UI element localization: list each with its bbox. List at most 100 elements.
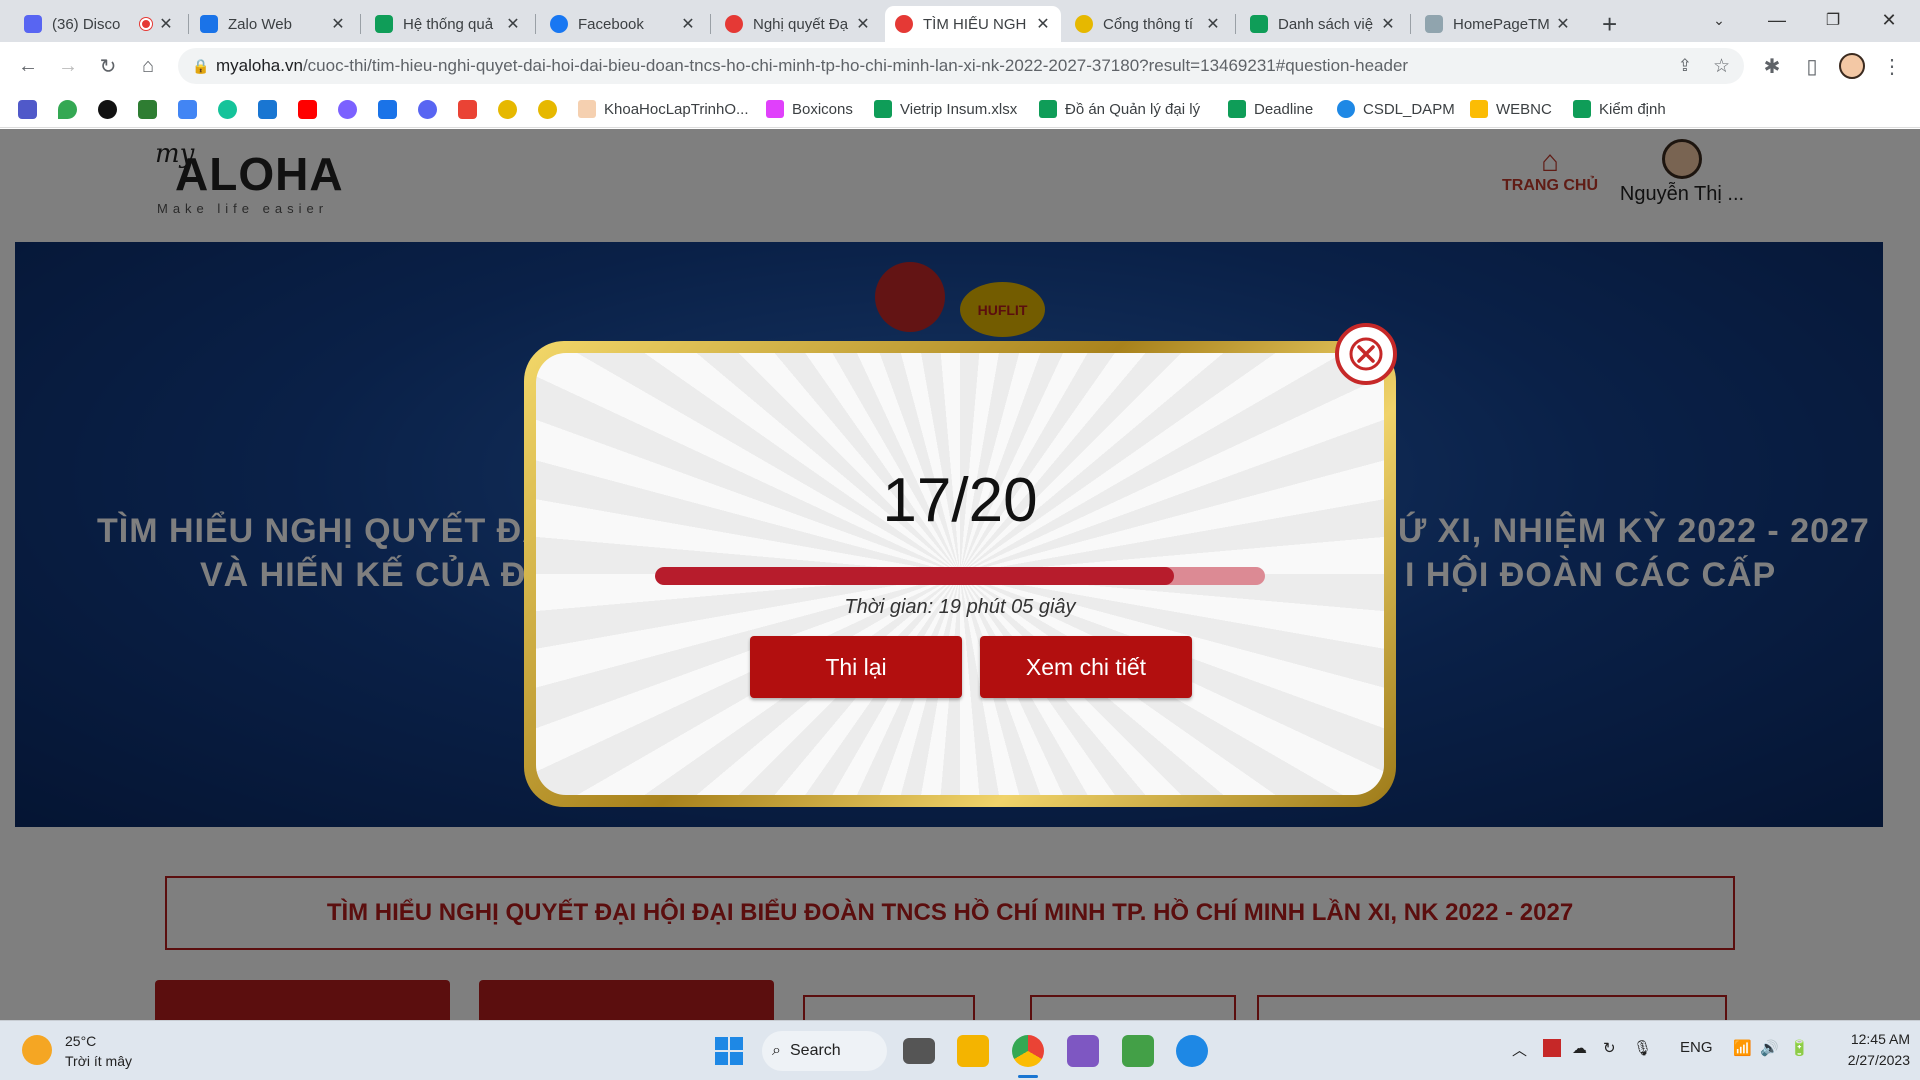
- side-panel-icon[interactable]: ▯: [1796, 50, 1828, 82]
- window-close-icon[interactable]: ✕: [1862, 0, 1916, 40]
- bookmark-csdl[interactable]: CSDL_DAPM: [1337, 98, 1455, 120]
- more-menu-icon[interactable]: ⋮: [1876, 50, 1908, 82]
- share-icon[interactable]: ⇪: [1678, 56, 1692, 76]
- zalo-icon: [200, 15, 218, 33]
- edge-icon[interactable]: [1176, 1035, 1208, 1067]
- bookmark-deadline[interactable]: Deadline: [1228, 98, 1313, 120]
- visual-studio-icon[interactable]: [1067, 1035, 1099, 1067]
- translate-icon[interactable]: [178, 100, 197, 119]
- restore-icon[interactable]: ❐: [1806, 0, 1860, 40]
- app-icon[interactable]: [1122, 1035, 1154, 1067]
- teams-icon[interactable]: [18, 100, 37, 119]
- tab-danh-sach[interactable]: Danh sách việ ✕: [1240, 6, 1406, 42]
- back-icon[interactable]: ←: [12, 50, 44, 82]
- forward-icon[interactable]: →: [52, 50, 84, 82]
- youtube-icon[interactable]: [298, 100, 317, 119]
- close-tab-icon[interactable]: ✕: [855, 14, 871, 34]
- onedrive-icon: [1337, 100, 1355, 118]
- browser-tab-strip: (36) Disco ✕ Zalo Web ✕ Hệ thống quả ✕ F…: [0, 0, 1920, 42]
- close-tab-icon[interactable]: ✕: [1555, 14, 1571, 34]
- file-explorer-icon[interactable]: [957, 1035, 989, 1067]
- tab-tim-hieu-active[interactable]: TÌM HIỂU NGH ✕: [885, 6, 1061, 42]
- bookmark-star-icon[interactable]: ☆: [1713, 55, 1730, 78]
- score-text: 17/20: [882, 466, 1038, 535]
- search-icon: ⌕: [772, 1042, 781, 1059]
- github-icon[interactable]: [98, 100, 117, 119]
- maps-icon[interactable]: [58, 100, 77, 119]
- address-bar[interactable]: 🔒 myaloha.vn/cuoc-thi/tim-hieu-nghi-quye…: [178, 48, 1744, 84]
- antivirus-icon[interactable]: [1543, 1039, 1561, 1057]
- view-detail-button[interactable]: Xem chi tiết: [980, 636, 1192, 698]
- extensions-icon[interactable]: ✱: [1756, 50, 1788, 82]
- sheets-icon: [1228, 100, 1246, 118]
- windows-start-icon[interactable]: [713, 1035, 745, 1067]
- tab-zalo[interactable]: Zalo Web ✕: [190, 6, 356, 42]
- drive-icon: [1470, 100, 1488, 118]
- close-tab-icon[interactable]: ✕: [505, 14, 521, 34]
- bookmark-boxicons[interactable]: Boxicons: [766, 98, 853, 120]
- tray-chevron-icon[interactable]: ︿: [1512, 1039, 1527, 1060]
- boxicons-icon: [766, 100, 784, 118]
- volume-icon[interactable]: 🔊: [1760, 1039, 1779, 1057]
- recording-icon: [140, 18, 152, 30]
- sync-icon[interactable]: ↻: [1603, 1039, 1616, 1057]
- onedrive-icon[interactable]: ☁: [1572, 1039, 1587, 1057]
- new-tab-button[interactable]: +: [1592, 6, 1632, 42]
- clock-date[interactable]: 2/27/2023: [1830, 1052, 1910, 1068]
- sheets-icon: [874, 100, 892, 118]
- portal-icon: [1075, 15, 1093, 33]
- gmail-icon[interactable]: [458, 100, 477, 119]
- tab-nghi-quyet[interactable]: Nghị quyết Đạ ✕: [715, 6, 881, 42]
- task-view-icon[interactable]: [903, 1038, 935, 1064]
- discord-icon[interactable]: [418, 100, 437, 119]
- messenger-icon[interactable]: [338, 100, 357, 119]
- portal-icon[interactable]: [538, 100, 557, 119]
- myaloha-icon: [895, 15, 913, 33]
- chrome-icon[interactable]: [1012, 1035, 1044, 1067]
- grammarly-icon[interactable]: [218, 100, 237, 119]
- close-modal-icon[interactable]: [1335, 323, 1397, 385]
- retry-button[interactable]: Thi lại: [750, 636, 962, 698]
- tab-cong-thong-tin[interactable]: Cổng thông tí ✕: [1065, 6, 1231, 42]
- close-tab-icon[interactable]: ✕: [1380, 14, 1396, 34]
- bookmark-khoahoc[interactable]: KhoaHocLapTrinhO...: [578, 98, 749, 120]
- score-progress-bar: [655, 567, 1265, 585]
- tab-homepagetm[interactable]: HomePageTM ✕: [1415, 6, 1581, 42]
- tab-search-chevron-icon[interactable]: ⌄: [1692, 0, 1746, 40]
- tab-discord[interactable]: (36) Disco ✕: [14, 6, 184, 42]
- bookmark-kiem-dinh[interactable]: Kiểm định: [1573, 98, 1666, 120]
- reload-icon[interactable]: ↻: [92, 50, 124, 82]
- wifi-icon[interactable]: 📶: [1733, 1039, 1752, 1057]
- w-icon[interactable]: [138, 100, 157, 119]
- close-tab-icon[interactable]: ✕: [158, 14, 174, 34]
- language-indicator[interactable]: ENG: [1680, 1039, 1713, 1056]
- tab-facebook[interactable]: Facebook ✕: [540, 6, 706, 42]
- bookmark-favicon: [578, 100, 596, 118]
- taskbar-search[interactable]: ⌕ Search: [762, 1031, 887, 1071]
- weather-temp[interactable]: 25°C: [65, 1033, 96, 1049]
- sheets-icon: [1573, 100, 1591, 118]
- tab-he-thong[interactable]: Hệ thống quả ✕: [365, 6, 531, 42]
- document-icon: [1425, 15, 1443, 33]
- weather-desc[interactable]: Trời ít mây: [65, 1053, 132, 1069]
- bookmark-webnc[interactable]: WEBNC: [1470, 98, 1552, 120]
- bookmark-do-an[interactable]: Đồ án Quản lý đại lý: [1039, 98, 1200, 120]
- profile-avatar[interactable]: [1836, 50, 1868, 82]
- n-icon[interactable]: [258, 100, 277, 119]
- weather-icon[interactable]: [22, 1035, 52, 1065]
- zalo-icon[interactable]: [378, 100, 397, 119]
- close-tab-icon[interactable]: ✕: [680, 14, 696, 34]
- close-tab-icon[interactable]: ✕: [330, 14, 346, 34]
- minimize-icon[interactable]: —: [1750, 0, 1804, 40]
- myaloha-icon: [725, 15, 743, 33]
- web-page: my ALOHA Make life easier ⌂ TRANG CHỦ Ng…: [0, 129, 1920, 1020]
- bookmark-vietrip[interactable]: Vietrip Insum.xlsx: [874, 98, 1017, 120]
- clock-time[interactable]: 12:45 AM: [1830, 1031, 1910, 1047]
- result-modal: 17/20 Thời gian: 19 phút 05 giây Thi lại…: [524, 341, 1396, 807]
- microphone-icon[interactable]: 🎙: [1633, 1039, 1652, 1057]
- close-tab-icon[interactable]: ✕: [1205, 14, 1221, 34]
- home-icon[interactable]: ⌂: [132, 50, 164, 82]
- portal-icon[interactable]: [498, 100, 517, 119]
- close-tab-icon[interactable]: ✕: [1035, 14, 1051, 34]
- battery-icon[interactable]: 🔋: [1790, 1039, 1809, 1057]
